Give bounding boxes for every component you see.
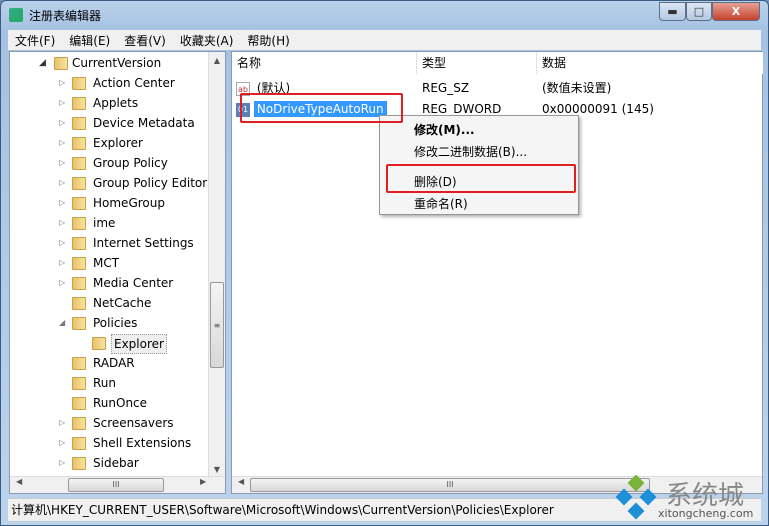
tree-item-label: HomeGroup xyxy=(93,196,165,210)
watermark-logo: 系统城 xitongcheng.com xyxy=(612,474,762,521)
menu-item-modify-binary[interactable]: 修改二进制数据(B)... xyxy=(414,143,527,160)
tree-vertical-scrollbar[interactable]: ▲ ≡ ▼ xyxy=(208,52,225,478)
folder-icon xyxy=(54,57,68,70)
scroll-right-arrow-icon[interactable]: ▶ xyxy=(200,477,206,486)
column-header-name[interactable]: 名称 xyxy=(232,52,417,74)
folder-icon xyxy=(72,97,86,110)
expand-arrow-icon[interactable]: ▷ xyxy=(59,273,65,293)
minimize-button[interactable]: ▬ xyxy=(659,2,686,21)
expand-arrow-icon[interactable]: ▷ xyxy=(59,173,65,193)
tree-item-label: Explorer xyxy=(93,136,143,150)
tree-item-label: Explorer xyxy=(111,334,167,354)
expand-arrow-icon[interactable]: ▷ xyxy=(59,193,65,213)
menu-edit[interactable]: 编辑(E) xyxy=(62,30,117,50)
tree-item-label: Device Metadata xyxy=(93,116,195,130)
tree-horizontal-scrollbar[interactable]: ◀ III ▶ xyxy=(10,476,225,493)
tree-item-label: ime xyxy=(93,216,116,230)
value-type: REG_SZ xyxy=(422,81,470,95)
folder-icon xyxy=(72,417,86,430)
expand-arrow-icon[interactable]: ▷ xyxy=(59,213,65,233)
tree-item-label: CurrentVersion xyxy=(72,56,162,70)
tree-item-label: Sidebar xyxy=(93,456,139,470)
menu-item-rename[interactable]: 重命名(R) xyxy=(414,195,468,212)
folder-icon xyxy=(72,177,86,190)
menu-file[interactable]: 文件(F) xyxy=(8,30,62,50)
folder-icon xyxy=(72,457,86,470)
tree-item-label: Group Policy xyxy=(93,156,168,170)
registry-editor-window: 注册表编辑器 ▬ □ X 文件(F) 编辑(E) 查看(V) 收藏夹(A) 帮助… xyxy=(0,0,769,526)
close-button[interactable]: X xyxy=(712,2,760,21)
folder-icon xyxy=(72,117,86,130)
expand-arrow-icon[interactable]: ◢ xyxy=(59,313,65,333)
folder-icon xyxy=(72,77,86,90)
annotation-highlight-delete xyxy=(386,164,576,193)
expand-arrow-icon[interactable]: ▷ xyxy=(59,453,65,473)
scroll-thumb[interactable]: III xyxy=(250,478,650,492)
column-header-type[interactable]: 类型 xyxy=(417,52,537,74)
expand-arrow-icon[interactable]: ▷ xyxy=(59,233,65,253)
tree-item-label: Shell Extensions xyxy=(93,436,192,450)
window-title: 注册表编辑器 xyxy=(29,9,102,23)
tree-item-label: Applets xyxy=(93,96,139,110)
scroll-down-arrow-icon[interactable]: ▼ xyxy=(209,465,225,474)
tree-item-label: Policies xyxy=(93,316,138,330)
folder-icon xyxy=(72,317,86,330)
expand-arrow-icon[interactable]: ▷ xyxy=(59,433,65,453)
folder-icon xyxy=(72,257,86,270)
expand-arrow-icon[interactable]: ▷ xyxy=(59,73,65,93)
folder-icon xyxy=(72,137,86,150)
tree-item-label: Group Policy Editor xyxy=(93,176,208,190)
annotation-highlight-value xyxy=(240,93,403,123)
scroll-thumb[interactable]: III xyxy=(68,478,164,492)
scroll-left-arrow-icon[interactable]: ◀ xyxy=(238,477,244,486)
tree-item-label: Internet Settings xyxy=(93,236,194,250)
expand-arrow-icon[interactable]: ▷ xyxy=(59,113,65,133)
watermark-url: xitongcheng.com xyxy=(658,507,754,520)
tree-item-label: RADAR xyxy=(93,356,135,370)
tree-item-label: Screensavers xyxy=(93,416,174,430)
scroll-thumb[interactable]: ≡ xyxy=(210,282,224,368)
tree-item-label: Action Center xyxy=(93,76,175,90)
folder-icon xyxy=(72,437,86,450)
menu-favorites[interactable]: 收藏夹(A) xyxy=(173,30,241,50)
tree-pane: ◢ CurrentVersion ▲ ≡ ▼ ◀ III ▶ ▷ Action C… xyxy=(9,51,226,494)
regedit-icon xyxy=(9,8,23,22)
folder-icon xyxy=(72,157,86,170)
folder-icon xyxy=(72,217,86,230)
value-data: (数值未设置) xyxy=(542,81,612,95)
expanded-arrow-icon[interactable]: ◢ xyxy=(39,53,46,73)
expand-arrow-icon[interactable]: ▷ xyxy=(59,413,65,433)
folder-icon xyxy=(72,297,86,310)
menu-bar: 文件(F) 编辑(E) 查看(V) 收藏夹(A) 帮助(H) xyxy=(8,30,761,50)
folder-icon xyxy=(72,237,86,250)
folder-icon xyxy=(72,277,86,290)
menu-view[interactable]: 查看(V) xyxy=(117,30,173,50)
column-header-data[interactable]: 数据 xyxy=(537,52,763,74)
maximize-button[interactable]: □ xyxy=(686,2,712,21)
expand-arrow-icon[interactable]: ▷ xyxy=(59,93,65,113)
folder-icon xyxy=(72,197,86,210)
menu-help[interactable]: 帮助(H) xyxy=(240,30,296,50)
expand-arrow-icon[interactable]: ▷ xyxy=(59,133,65,153)
tree-item-label: Run xyxy=(93,376,117,390)
scroll-left-arrow-icon[interactable]: ◀ xyxy=(16,477,22,486)
folder-icon xyxy=(92,337,106,350)
folder-icon xyxy=(72,377,86,390)
tree-item-label: RunOnce xyxy=(93,396,148,410)
tree-item-label: NetCache xyxy=(93,296,152,310)
tree-item-label: Media Center xyxy=(93,276,174,290)
tree-item-label: MCT xyxy=(93,256,120,270)
scroll-up-arrow-icon[interactable]: ▲ xyxy=(209,56,225,65)
expand-arrow-icon[interactable]: ▷ xyxy=(59,253,65,273)
folder-icon xyxy=(72,397,86,410)
folder-icon xyxy=(72,357,86,370)
menu-item-modify[interactable]: 修改(M)... xyxy=(414,121,475,138)
expand-arrow-icon[interactable]: ▷ xyxy=(59,153,65,173)
